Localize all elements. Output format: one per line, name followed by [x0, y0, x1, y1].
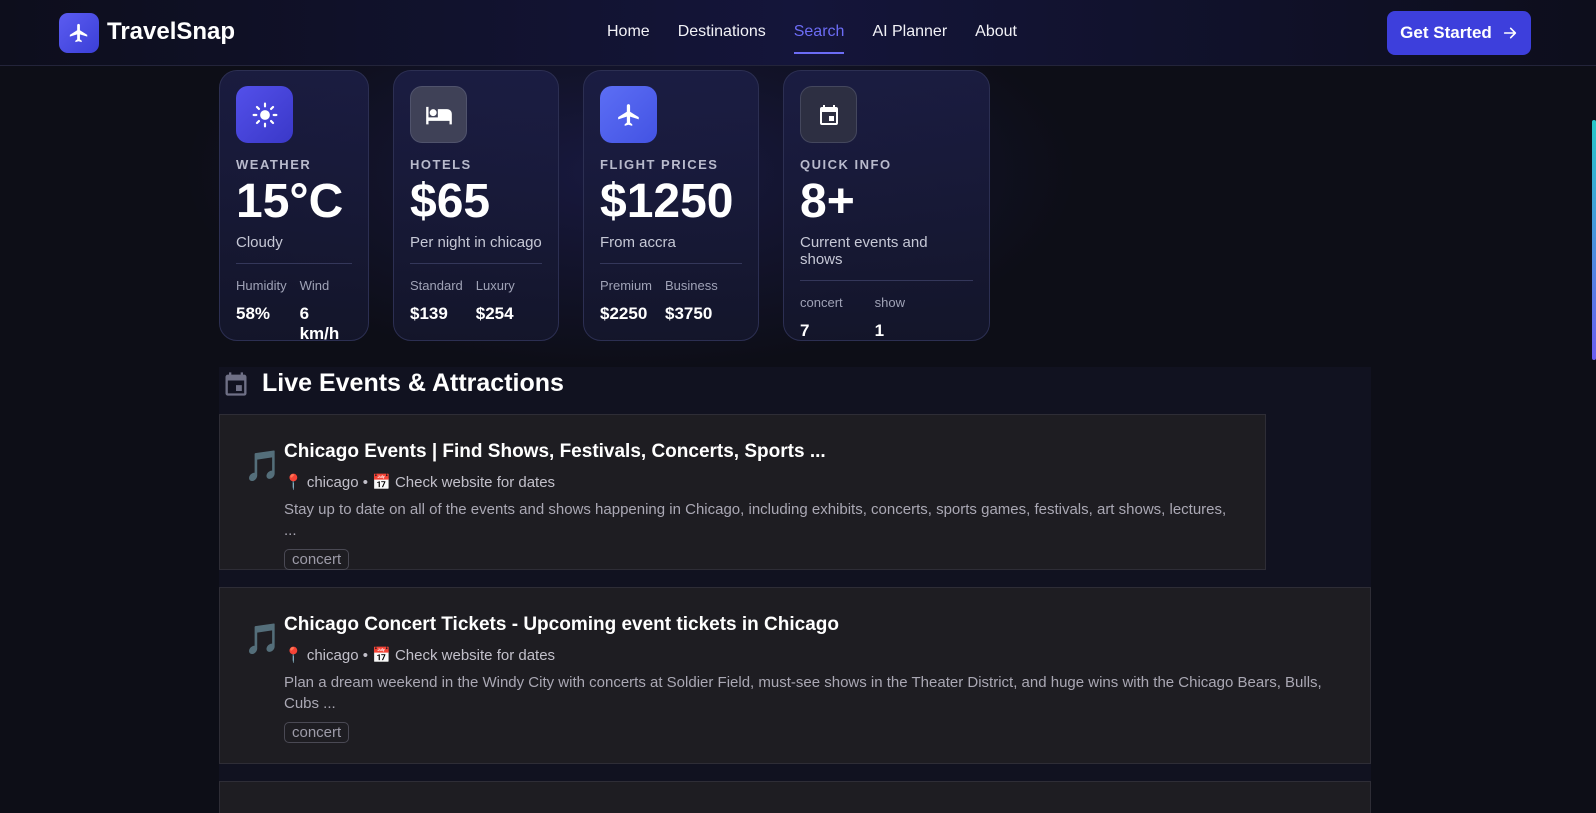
quick-info-card: QUICK INFO 8+ Current events and shows c… — [783, 70, 990, 341]
divider — [800, 280, 973, 281]
flights-stats: Premium $2250 Business $3750 — [600, 278, 742, 324]
weather-condition: Cloudy — [236, 234, 283, 251]
get-started-label: Get Started — [1400, 23, 1492, 42]
event-card[interactable]: 🎵 Chicago Concert Tickets - Upcoming eve… — [219, 587, 1371, 764]
stat-key: concert — [800, 295, 843, 310]
divider — [600, 263, 742, 264]
stat-value: 7 — [800, 321, 810, 340]
stat-value: 58% — [236, 304, 271, 323]
stat-key: Business — [665, 278, 718, 293]
nav-link-destinations[interactable]: Destinations — [664, 0, 780, 66]
event-tag[interactable]: concert — [284, 549, 350, 570]
quick-info-stats: concert 7 show 1 — [800, 295, 973, 341]
music-note-icon: 🎵 — [244, 450, 282, 483]
logo-text[interactable]: TravelSnap — [107, 18, 235, 46]
event-meta: 📍 chicago • 📅 Check website for dates — [284, 474, 556, 491]
quick-info-value: 8+ — [800, 175, 855, 228]
weather-card: WEATHER 15°C Cloudy Humidity 58% Wind 6 … — [219, 70, 369, 344]
scrollbar-thumb[interactable] — [1592, 120, 1596, 360]
flights-sub: From accra — [600, 234, 676, 251]
sun-icon — [236, 86, 293, 143]
logo-airplane-icon[interactable] — [59, 13, 99, 53]
music-note-icon: 🎵 — [244, 623, 282, 656]
stat-value: 6 km/h — [299, 304, 340, 343]
hotels-card: HOTELS $65 Per night in chicago Standard… — [393, 70, 559, 341]
stat-humidity: Humidity 58% — [236, 278, 287, 344]
hotels-sub: Per night in chicago — [410, 234, 542, 251]
stat-value: $3750 — [665, 304, 713, 323]
stat-luxury: Luxury $254 — [476, 278, 515, 324]
arrow-right-icon — [1503, 27, 1516, 39]
stat-key: Humidity — [236, 278, 287, 293]
stat-premium: Premium $2250 — [600, 278, 652, 324]
nav-link-search[interactable]: Search — [780, 0, 859, 66]
stat-value: $2250 — [600, 304, 648, 323]
event-description: Plan a dream weekend in the Windy City w… — [284, 674, 1322, 712]
bed-icon — [410, 86, 467, 143]
divider — [410, 263, 542, 264]
top-navbar: TravelSnap Home Destinations Search AI P… — [0, 0, 1596, 66]
weather-label: WEATHER — [236, 157, 312, 172]
nav-link-home[interactable]: Home — [593, 0, 664, 66]
event-meta: 📍 chicago • 📅 Check website for dates — [284, 647, 556, 664]
stat-key: Wind — [299, 278, 330, 293]
event-title[interactable]: Chicago Events | Find Shows, Festivals, … — [284, 441, 1241, 463]
event-title[interactable]: Chicago Concert Tickets - Upcoming event… — [284, 614, 1346, 636]
stat-value: $139 — [410, 304, 448, 323]
get-started-button[interactable]: Get Started — [1387, 11, 1531, 55]
stat-value: 1 — [874, 321, 885, 340]
nav-link-about[interactable]: About — [961, 0, 1031, 66]
stat-show: show 1 — [875, 295, 905, 341]
event-card[interactable]: 🎵 Chicago Events | Find Shows, Festivals… — [219, 414, 1266, 570]
airplane-icon — [600, 86, 657, 143]
hotels-value: $65 — [410, 175, 491, 228]
events-section-title: Live Events & Attractions — [262, 369, 564, 397]
divider — [236, 263, 352, 264]
stat-key: Standard — [410, 278, 463, 293]
calendar-icon — [225, 371, 247, 396]
weather-value: 15°C — [236, 175, 344, 228]
weather-stats: Humidity 58% Wind 6 km/h — [236, 278, 352, 344]
event-card[interactable] — [219, 781, 1371, 813]
quick-info-label: QUICK INFO — [800, 157, 892, 172]
event-description: Stay up to date on all of the events and… — [284, 501, 1227, 539]
flights-value: $1250 — [600, 175, 734, 228]
stat-key: Premium — [600, 278, 653, 293]
stat-business: Business $3750 — [665, 278, 718, 324]
hotels-label: HOTELS — [410, 157, 472, 172]
stat-concert: concert 7 — [800, 295, 843, 341]
stat-value: $254 — [475, 304, 514, 323]
flights-label: FLIGHT PRICES — [600, 157, 719, 172]
nav-links: Home Destinations Search AI Planner Abou… — [593, 0, 1031, 66]
stat-wind: Wind 6 km/h — [300, 278, 352, 344]
stat-standard: Standard $139 — [410, 278, 463, 324]
calendar-icon — [800, 86, 857, 143]
nav-link-ai-planner[interactable]: AI Planner — [858, 0, 961, 66]
flight-prices-card: FLIGHT PRICES $1250 From accra Premium $… — [583, 70, 759, 341]
stat-key: show — [874, 295, 905, 310]
event-tag[interactable]: concert — [284, 722, 350, 743]
stat-key: Luxury — [475, 278, 515, 293]
events-section-header: Live Events & Attractions — [222, 369, 564, 398]
quick-info-sub: Current events and shows — [800, 234, 928, 268]
hotels-stats: Standard $139 Luxury $254 — [410, 278, 542, 324]
